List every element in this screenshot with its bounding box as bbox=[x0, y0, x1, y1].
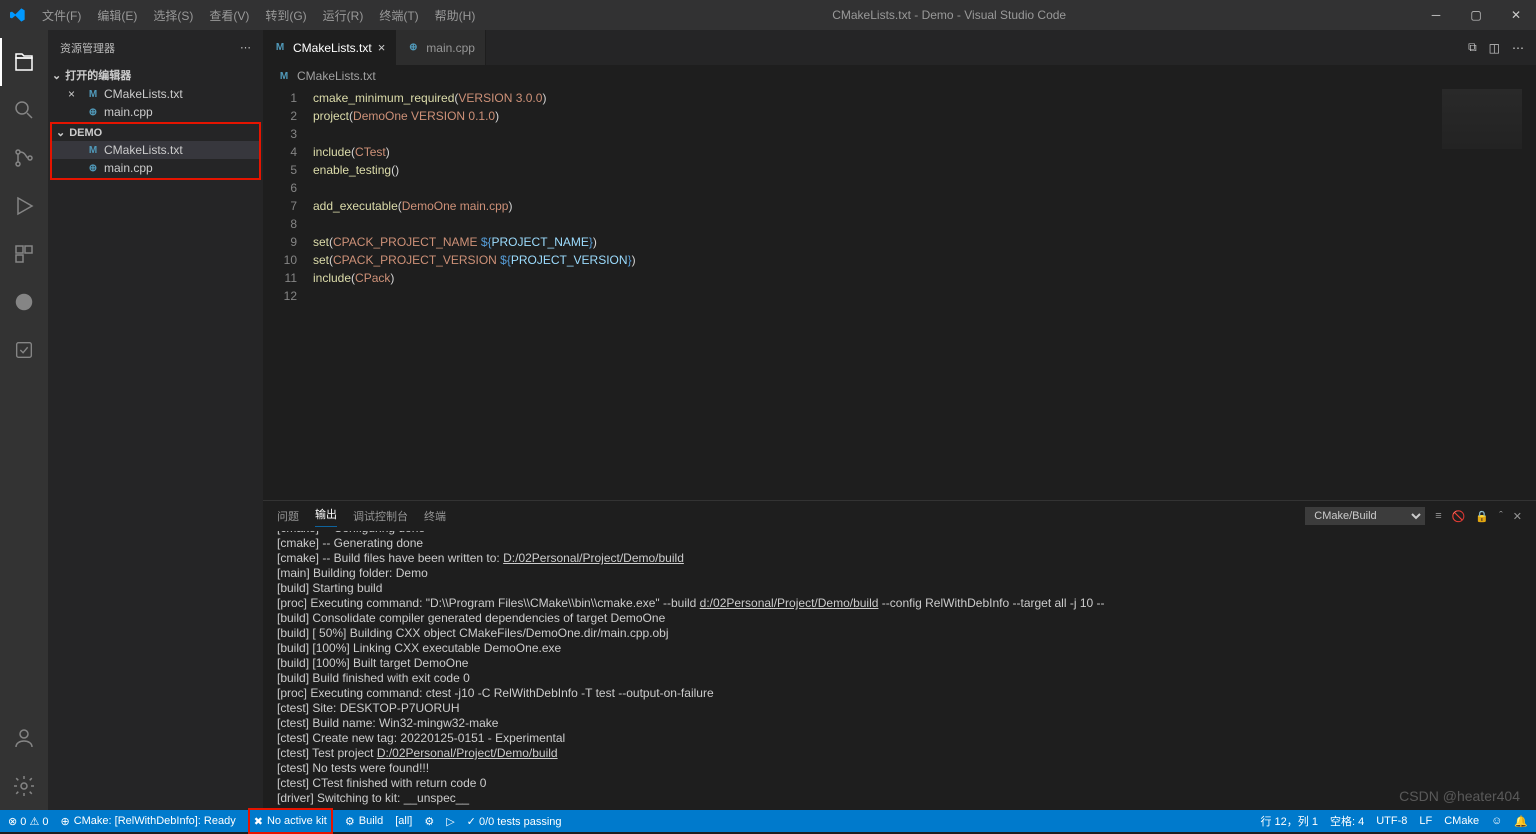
code-editor[interactable]: 123456789101112 cmake_minimum_required(V… bbox=[263, 87, 1536, 500]
menu-item[interactable]: 选择(S) bbox=[146, 7, 200, 24]
status-run-icon[interactable]: ▷ bbox=[446, 815, 454, 828]
close-icon[interactable]: × bbox=[68, 87, 82, 101]
breadcrumb[interactable]: MCMakeLists.txt bbox=[263, 65, 1536, 87]
search-icon[interactable] bbox=[0, 86, 48, 134]
compare-icon[interactable]: ⧉ bbox=[1468, 40, 1477, 55]
run-debug-icon[interactable] bbox=[0, 182, 48, 230]
output-channel-select[interactable]: CMake/Build bbox=[1305, 507, 1425, 525]
editor-tab[interactable]: ⊕main.cpp bbox=[396, 30, 486, 65]
menu-item[interactable]: 编辑(E) bbox=[90, 7, 144, 24]
status-language[interactable]: CMake bbox=[1444, 815, 1479, 827]
title-bar: 文件(F)编辑(E)选择(S)查看(V)转到(G)运行(R)终端(T)帮助(H)… bbox=[0, 0, 1536, 30]
editor-tabs: MCMakeLists.txt×⊕main.cpp ⧉ ◫ ⋯ bbox=[263, 30, 1536, 65]
close-icon[interactable]: ✕ bbox=[1496, 0, 1536, 30]
close-tab-icon[interactable]: × bbox=[378, 40, 386, 55]
open-editors-header[interactable]: ⌄打开的编辑器 bbox=[48, 65, 263, 85]
activity-bar bbox=[0, 30, 48, 810]
more-icon[interactable]: ⋯ bbox=[240, 41, 251, 54]
status-bell-icon[interactable]: 🔔 bbox=[1514, 815, 1528, 828]
status-tests[interactable]: ✓ 0/0 tests passing bbox=[467, 815, 562, 828]
clear-icon[interactable]: 🚫 bbox=[1452, 510, 1466, 523]
explorer-sidebar: 资源管理器 ⋯ ⌄打开的编辑器 ×MCMakeLists.txt⊕main.cp… bbox=[48, 30, 263, 810]
open-editor-item[interactable]: ⊕main.cpp bbox=[48, 103, 263, 121]
bottom-panel: 问题输出调试控制台终端 CMake/Build ≡ 🚫 🔒 ˆ ✕ [cmake… bbox=[263, 500, 1536, 810]
menu-item[interactable]: 转到(G) bbox=[258, 7, 313, 24]
cmake-icon[interactable] bbox=[0, 278, 48, 326]
lock-icon[interactable]: 🔒 bbox=[1475, 510, 1489, 523]
file-item[interactable]: ⊕main.cpp bbox=[52, 159, 259, 177]
folder-header[interactable]: ⌄DEMO bbox=[52, 124, 259, 141]
panel-tab[interactable]: 调试控制台 bbox=[353, 508, 408, 524]
menu-item[interactable]: 查看(V) bbox=[202, 7, 256, 24]
account-icon[interactable] bbox=[0, 714, 48, 762]
minimize-icon[interactable]: ─ bbox=[1416, 0, 1456, 30]
open-editor-item[interactable]: ×MCMakeLists.txt bbox=[48, 85, 263, 103]
menu-item[interactable]: 运行(R) bbox=[316, 7, 371, 24]
status-eol[interactable]: LF bbox=[1419, 815, 1432, 827]
status-debug-icon[interactable]: ⚙ bbox=[424, 815, 434, 828]
menu-bar: 文件(F)编辑(E)选择(S)查看(V)转到(G)运行(R)终端(T)帮助(H) bbox=[35, 7, 482, 24]
sidebar-title: 资源管理器 bbox=[60, 40, 115, 56]
extensions-icon[interactable] bbox=[0, 230, 48, 278]
status-encoding[interactable]: UTF-8 bbox=[1376, 815, 1407, 827]
panel-tab[interactable]: 问题 bbox=[277, 508, 299, 524]
menu-item[interactable]: 终端(T) bbox=[372, 7, 425, 24]
status-kit[interactable]: ✖ No active kit bbox=[248, 808, 333, 834]
settings-icon[interactable] bbox=[0, 762, 48, 810]
status-position[interactable]: 行 12，列 1 bbox=[1261, 813, 1318, 829]
status-spaces[interactable]: 空格: 4 bbox=[1330, 813, 1364, 829]
minimap[interactable] bbox=[1442, 89, 1522, 149]
status-target[interactable]: [all] bbox=[395, 815, 412, 827]
status-build[interactable]: ⚙ Build bbox=[345, 815, 383, 828]
source-control-icon[interactable] bbox=[0, 134, 48, 182]
file-item[interactable]: MCMakeLists.txt bbox=[52, 141, 259, 159]
filter-icon[interactable]: ≡ bbox=[1435, 510, 1441, 522]
chevron-up-icon[interactable]: ˆ bbox=[1499, 510, 1503, 522]
status-bar: ⊗ 0 ⚠ 0 ⊕ CMake: [RelWithDebInfo]: Ready… bbox=[0, 810, 1536, 832]
vscode-logo-icon bbox=[0, 7, 35, 23]
panel-tab[interactable]: 终端 bbox=[424, 508, 446, 524]
explorer-icon[interactable] bbox=[0, 38, 48, 86]
close-panel-icon[interactable]: ✕ bbox=[1513, 510, 1522, 523]
maximize-icon[interactable]: ▢ bbox=[1456, 0, 1496, 30]
menu-item[interactable]: 帮助(H) bbox=[428, 7, 483, 24]
testing-icon[interactable] bbox=[0, 326, 48, 374]
more-icon[interactable]: ⋯ bbox=[1512, 41, 1524, 55]
editor-tab[interactable]: MCMakeLists.txt× bbox=[263, 30, 396, 65]
window-title: CMakeLists.txt - Demo - Visual Studio Co… bbox=[482, 8, 1416, 22]
status-problems[interactable]: ⊗ 0 ⚠ 0 bbox=[8, 815, 48, 828]
status-feedback-icon[interactable]: ☺ bbox=[1491, 815, 1502, 827]
output-content[interactable]: [cmake] -- Configuring done[cmake] -- Ge… bbox=[263, 531, 1536, 810]
panel-tab[interactable]: 输出 bbox=[315, 506, 337, 527]
menu-item[interactable]: 文件(F) bbox=[35, 7, 88, 24]
split-icon[interactable]: ◫ bbox=[1489, 41, 1500, 55]
status-cmake[interactable]: ⊕ CMake: [RelWithDebInfo]: Ready bbox=[60, 815, 235, 828]
